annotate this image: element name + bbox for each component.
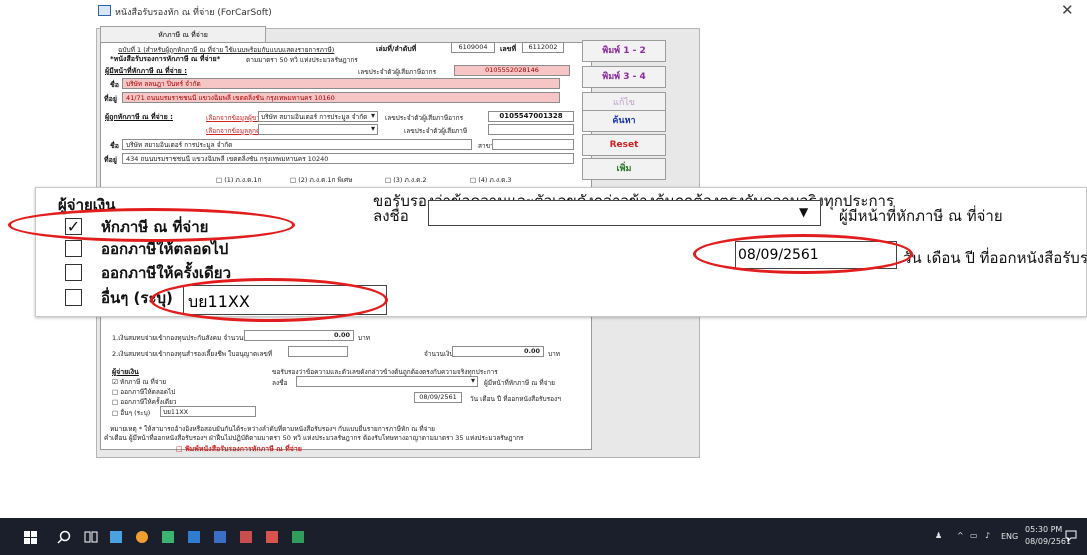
once-checkbox[interactable] [65,264,82,281]
app-icon-green[interactable] [162,531,174,543]
windows-start-icon[interactable] [24,531,37,544]
baht-label-2: บาท [548,350,561,358]
print-1-2-button[interactable]: พิมพ์ 1 - 2 [582,40,666,62]
fund-line2: 2.เงินสมทบจ่ายเข้ากองทุนสำรองเลี้ยงชีพ ใ… [112,350,273,358]
word-icon[interactable] [214,531,226,543]
reset-button[interactable]: Reset [582,134,666,156]
payee-address-field[interactable]: 434 ถนนบรมราชชนนี แขวงฉิมพลี เขตตลิ่งชัน… [122,153,574,164]
app-window-icon [98,5,111,16]
tab-withholding[interactable]: หักภาษี ณ ที่จ่าย [100,26,266,42]
print-3-4-button[interactable]: พิมพ์ 3 - 4 [582,66,666,88]
search-icon[interactable] [57,530,71,544]
fund-line1: 1.เงินสมทบจ่ายเข้ากองทุนประกันสังคม จำนว… [112,334,254,342]
search-button[interactable]: ค้นหา [582,110,666,132]
no-label: เลขที่ [500,45,517,53]
sign-label: ลงชื่อ [373,207,409,225]
other-checkbox[interactable] [65,289,82,306]
app-icon-red[interactable] [266,531,278,543]
payee-id-field[interactable] [488,124,574,135]
pnd3-checkbox[interactable]: □ (4) ภ.ง.ด.3 [470,175,512,185]
date-mini-field[interactable]: 08/09/2561 [414,392,462,403]
select-customer-link[interactable]: เลือกจากข้อมูลลูกค้า [206,126,264,136]
sign-mini-label: ลงชื่อ [272,379,288,387]
signer-mini-combo[interactable] [296,376,478,387]
payee-id-label: เลขประจำตัวผู้เสียภาษี [404,127,468,135]
note-line2: คำเตือน ผู้มีหน้าที่ออกหนังสือรับรองฯ ฝ่… [104,434,524,442]
select-payee-link[interactable]: เลือกจากข้อมูลผู้ขาย [206,113,264,123]
amount-label-2: จำนวนเงิน [424,350,454,358]
always-checkbox[interactable] [65,240,82,257]
signer-combo[interactable] [428,200,821,226]
excel-icon[interactable] [292,531,304,543]
payer-taxid-field[interactable]: 0105552028146 [454,65,570,76]
payee-section-title: ผู้ถูกหักภาษี ณ ที่จ่าย : [105,113,173,121]
notification-icon[interactable] [1065,530,1077,542]
payer-address-label: ที่อยู่ [104,95,117,103]
date-mini-label: วัน เดือน ปี ที่ออกหนังสือรับรองฯ [470,395,561,403]
add-button[interactable]: เพิ่ม [582,158,666,180]
payee-taxid-field[interactable]: 0105547001328 [488,111,574,122]
payee-name-label: ชื่อ [110,142,119,150]
payee-taxid-label: เลขประจำตัวผู้เสียภาษีอากร [385,114,464,122]
signer-role-mini: ผู้มีหน้าที่หักภาษี ณ ที่จ่าย [484,379,555,387]
payee-combo[interactable]: บริษัท สยามอินเตอร์ การประมูล จำกัด [258,111,378,122]
clock-time[interactable]: 05:30 PM [1025,525,1062,534]
pnd1a-checkbox[interactable]: □ (1) ภ.ง.ด.1ก [216,175,261,185]
highlight-ellipse-withhold [8,208,295,242]
signer-role-label: ผู้มีหน้าที่หักภาษี ณ ที่จ่าย [839,207,1003,225]
network-icon[interactable]: ▭ [970,531,978,540]
header-law: ตามมาตรา 50 ทวิ แห่งประมวลรัษฎากร [246,56,358,64]
payee-address-label: ที่อยู่ [104,156,117,164]
payer-section-title: ผู้มีหน้าที่หักภาษี ณ ที่จ่าย : [105,67,188,75]
print-cert-checkbox[interactable]: □ พิมพ์หนังสือรับรองการหักภาษี ณ ที่จ่าย [176,444,302,455]
payer-taxid-label: เลขประจำตัวผู้เสียภาษีอากร [358,68,437,76]
app-icon-blue[interactable] [188,531,200,543]
payer-address-field[interactable]: 41/71 ถนนบรมราชชนนี แขวงฉิมพลี เขตตลิ่งช… [122,92,560,103]
language-indicator[interactable]: ENG [1001,532,1018,541]
fund-license-field[interactable] [288,346,348,357]
pdf-icon[interactable] [240,531,252,543]
pnd1a-special-checkbox[interactable]: □ (2) ภ.ง.ด.1ก พิเศษ [290,175,352,185]
people-icon[interactable]: ♟ [935,531,942,540]
no-field[interactable]: 6112002 [522,42,564,53]
book-no-label: เล่มที่/ลำดับที่ [376,45,417,53]
payee-combo-2[interactable] [258,124,378,135]
fund-amount2[interactable]: 0.00 [452,346,544,357]
withhold-mini-checkbox[interactable]: ☑ หักภาษี ณ ที่จ่าย [112,377,166,387]
close-icon[interactable]: ✕ [1061,1,1074,19]
chrome-icon[interactable] [136,531,148,543]
payee-name-field[interactable]: บริษัท สยามอินเตอร์ การประมูล จำกัด [122,139,472,150]
always-mini-checkbox[interactable]: □ ออกภาษีให้ตลอดไป [112,387,175,397]
payer-name-field[interactable]: บริษัท ลลนฎา ปิ่นทร์ จำกัด [122,78,560,89]
chevron-down-icon[interactable]: ▼ [799,205,808,219]
book-no-field[interactable]: 6109004 [451,42,495,53]
task-view-icon[interactable] [84,531,98,543]
branch-field[interactable] [492,139,574,150]
volume-icon[interactable]: ♪ [985,531,990,540]
fund-amount1[interactable]: 0.00 [244,330,354,341]
file-explorer-icon[interactable] [110,531,122,543]
payer-name-label: ชื่อ [110,81,119,89]
other-mini-field[interactable]: บย11XX [160,406,256,417]
pnd2-checkbox[interactable]: □ (3) ภ.ง.ด.2 [385,175,427,185]
issue-date-label: วัน เดือน ปี ที่ออกหนังสือรับรองฯ [903,249,1087,267]
header-line2: *หนังสือรับรองการหักภาษี ณ ที่จ่าย* [110,55,221,63]
highlight-ellipse-other [150,278,388,322]
highlight-ellipse-date [693,234,913,274]
baht-label-1: บาท [358,334,371,342]
window-title: หนังสือรับรองหัก ณ ที่จ่าย (ForCarSoft) [115,8,272,18]
tray-chevron-up-icon[interactable]: ^ [957,531,964,540]
other-mini-checkbox[interactable]: □ อื่นๆ (ระบุ) [112,408,150,418]
